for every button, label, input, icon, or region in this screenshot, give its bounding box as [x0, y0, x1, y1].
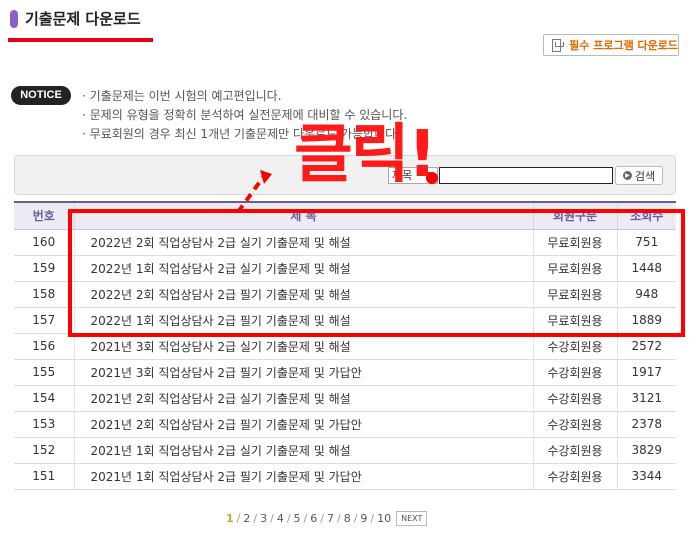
- required-program-download-button[interactable]: 필수 프로그램 다운로드: [543, 34, 679, 56]
- page-separator: /: [353, 512, 358, 525]
- row-subject-link[interactable]: 2021년 2회 직업상담사 2급 실기 기출문제 및 해설: [73, 385, 533, 412]
- table-row[interactable]: 154 2021년 2회 직업상담사 2급 실기 기출문제 및 해설 수강회원용 31…: [14, 385, 676, 412]
- row-views: 3829: [616, 437, 676, 464]
- row-no: 160: [14, 229, 74, 256]
- title-bullet-icon: [10, 10, 18, 28]
- row-subject-link[interactable]: 2021년 2회 직업상담사 2급 필기 기출문제 및 가답안: [73, 411, 533, 438]
- next-page-button[interactable]: NEXT: [396, 511, 428, 526]
- page-separator: /: [253, 512, 258, 525]
- page-link-7[interactable]: 7: [326, 512, 335, 525]
- row-member-type: 수강회원용: [532, 385, 617, 412]
- page-separator: /: [370, 512, 375, 525]
- row-views: 3121: [616, 385, 676, 412]
- row-views: 2378: [616, 411, 676, 438]
- search-button-label: 검색: [634, 169, 656, 183]
- row-no: 153: [14, 411, 74, 438]
- row-member-type: 수강회원용: [532, 463, 617, 490]
- row-no: 158: [14, 281, 74, 308]
- page-link-2[interactable]: 2: [242, 512, 251, 525]
- row-no: 151: [14, 463, 74, 490]
- page-separator: /: [236, 512, 241, 525]
- required-program-label: 필수 프로그램 다운로드: [569, 39, 678, 52]
- row-views: 3344: [616, 463, 676, 490]
- search-button[interactable]: ▶ 검색: [615, 166, 663, 185]
- page-link-4[interactable]: 4: [276, 512, 285, 525]
- notice-line: · 기출문제는 이번 시험의 예고편입니다.: [82, 89, 282, 103]
- header-no: 번호: [14, 201, 74, 230]
- row-subject-link[interactable]: 2021년 1회 직업상담사 2급 필기 기출문제 및 가답안: [73, 463, 533, 490]
- pagination: 1/2/3/4/5/6/7/8/9/10 NEXT: [225, 511, 428, 526]
- row-member-type: 수강회원용: [532, 359, 617, 386]
- row-subject-link[interactable]: 2021년 3회 직업상담사 2급 필기 기출문제 및 가답안: [73, 359, 533, 386]
- page-separator: /: [336, 512, 341, 525]
- search-input[interactable]: [439, 167, 613, 184]
- page-link-5[interactable]: 5: [293, 512, 302, 525]
- table-row[interactable]: 152 2021년 1회 직업상담사 2급 실기 기출문제 및 해설 수강회원용 38…: [14, 437, 676, 464]
- page-separator: /: [320, 512, 324, 525]
- download-icon: [552, 38, 565, 52]
- page-separator: /: [286, 512, 291, 525]
- row-member-type: 수강회원용: [532, 411, 617, 438]
- table-row[interactable]: 153 2021년 2회 직업상담사 2급 필기 기출문제 및 가답안 수강회원용 2…: [14, 411, 676, 438]
- row-member-type: 수강회원용: [532, 437, 617, 464]
- arrow-right-icon: ▶: [622, 171, 632, 180]
- page-link-8[interactable]: 8: [343, 512, 352, 525]
- notice-badge: NOTICE: [11, 86, 71, 105]
- page-link-6[interactable]: 6: [309, 512, 318, 525]
- page-separator: /: [270, 512, 274, 525]
- row-no: 159: [14, 255, 74, 282]
- page-link-1[interactable]: 1: [225, 512, 235, 525]
- table-row[interactable]: 155 2021년 3회 직업상담사 2급 필기 기출문제 및 가답안 수강회원용 1…: [14, 359, 676, 386]
- row-no: 157: [14, 307, 74, 334]
- row-no: 152: [14, 437, 74, 464]
- highlight-box-annotation: [68, 209, 685, 337]
- row-no: 156: [14, 333, 74, 360]
- page-separator: /: [303, 512, 308, 525]
- title-underline-annotation: [8, 38, 153, 42]
- table-row[interactable]: 151 2021년 1회 직업상담사 2급 필기 기출문제 및 가답안 수강회원용 3…: [14, 463, 676, 490]
- row-no: 154: [14, 385, 74, 412]
- click-annotation-text: 클릭!: [294, 118, 437, 192]
- row-subject-link[interactable]: 2021년 1회 직업상담사 2급 실기 기출문제 및 해설: [73, 437, 533, 464]
- row-views: 1917: [616, 359, 676, 386]
- page-link-9[interactable]: 9: [359, 512, 368, 525]
- page-link-10[interactable]: 10: [376, 512, 392, 525]
- page-title: 기출문제 다운로드: [25, 10, 141, 28]
- row-no: 155: [14, 359, 74, 386]
- page-link-3[interactable]: 3: [259, 512, 268, 525]
